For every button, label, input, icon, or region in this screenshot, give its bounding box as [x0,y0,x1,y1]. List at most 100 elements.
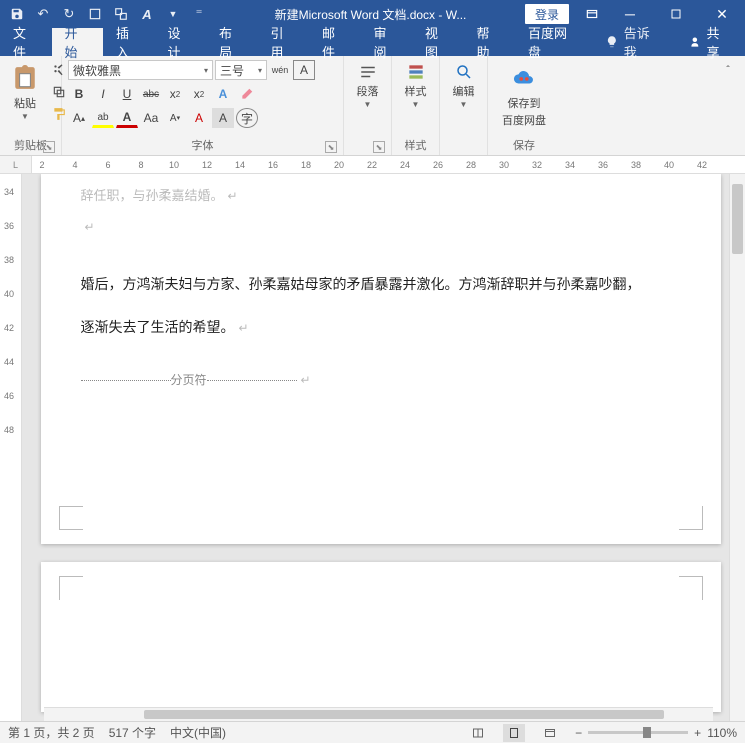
window-title: 新建Microsoft Word 文档.docx - W... [216,6,525,23]
tab-help[interactable]: 帮助 [464,28,516,56]
web-layout-icon[interactable] [539,724,561,742]
page-1[interactable]: 辞任职，与孙柔嘉结婚。↵ ↵ 婚后，方鸿渐夫妇与方家、孙柔嘉姑母家的矛盾暴露并激… [41,174,721,544]
editing-button[interactable]: 编辑 ▼ [450,60,478,111]
zoom-slider[interactable] [588,731,688,734]
scrollbar-thumb[interactable] [732,184,743,254]
char-shading-icon[interactable]: A [212,108,234,128]
margin-mark [679,576,703,600]
zoom-level[interactable]: 110% [707,726,737,740]
change-case-icon[interactable]: Aa [140,108,162,128]
underline-button[interactable]: U [116,84,138,104]
shrink-font-icon[interactable]: A▾ [164,108,186,128]
share-button[interactable]: 共享 [675,28,745,56]
redo-icon[interactable]: ↻ [58,3,80,25]
font-color-icon[interactable]: A [116,108,138,128]
tab-references[interactable]: 引用 [258,28,310,56]
text-effects-icon[interactable]: A [212,84,234,104]
tab-view[interactable]: 视图 [412,28,464,56]
bold-button[interactable]: B [68,84,90,104]
char-border-icon[interactable]: A [293,60,315,80]
ruler-corner[interactable]: L [0,156,32,173]
tab-home[interactable]: 开始 [52,28,104,56]
collapse-ribbon-icon[interactable]: ˆ [717,60,739,80]
dialog-launcher-icon[interactable]: ⬊ [373,141,385,153]
horizontal-ruler[interactable]: L 24681012141618202224262830323436384042 [0,156,745,174]
qat-extra-2-icon[interactable] [110,3,132,25]
font-group-label: 字体⬊ [68,137,337,153]
highlight-icon[interactable]: ab [92,108,114,128]
qat-extra-3-icon[interactable]: A [136,3,158,25]
italic-button[interactable]: I [92,84,114,104]
read-mode-icon[interactable] [467,724,489,742]
tab-insert[interactable]: 插入 [103,28,155,56]
chevron-down-icon: ▼ [460,100,468,109]
tab-mail[interactable]: 邮件 [309,28,361,56]
ribbon-display-icon[interactable] [577,0,607,28]
save-to-baidu-button[interactable]: 保存到 百度网盘 [499,60,549,130]
strike-button[interactable]: abc [140,84,162,104]
tab-baidu[interactable]: 百度网盘 [515,28,592,56]
editing-label: 编辑 [453,83,475,99]
login-button[interactable]: 登录 [525,4,569,24]
editing-group-label [446,137,481,153]
chevron-down-icon: ▼ [412,100,420,109]
status-bar: 第 1 页，共 2 页 517 个字 中文(中国) − + 110% [0,721,745,743]
page-2[interactable] [41,562,721,712]
qat-more-icon[interactable]: ⁼ [188,3,210,25]
paragraph-mark-icon: ↵ [297,367,311,393]
chevron-down-icon: ▼ [364,100,372,109]
document-scroll[interactable]: 辞任职，与孙柔嘉结婚。↵ ↵ 婚后，方鸿渐夫妇与方家、孙柔嘉姑母家的矛盾暴露并激… [22,174,729,721]
print-layout-icon[interactable] [503,724,525,742]
qat-dropdown-icon[interactable]: ▼ [162,3,184,25]
scrollbar-thumb[interactable] [144,710,664,719]
paste-label: 粘贴 [14,95,36,111]
dialog-launcher-icon[interactable]: ⬊ [325,141,337,153]
page-indicator[interactable]: 第 1 页，共 2 页 [8,724,95,741]
paste-button[interactable]: 粘贴 ▼ [6,60,44,123]
zoom-knob[interactable] [643,727,651,738]
tab-review[interactable]: 审阅 [361,28,413,56]
document-area: 3436384042444648 辞任职，与孙柔嘉结婚。↵ ↵ 婚后，方鸿渐夫妇… [0,174,745,721]
paragraph-mark-icon: ↵ [224,189,238,203]
tab-design[interactable]: 设计 [155,28,207,56]
save-group-label: 保存 [494,137,554,153]
word-count[interactable]: 517 个字 [109,724,156,741]
vertical-scrollbar[interactable] [729,174,745,721]
paste-icon [9,62,41,94]
font-name-combo[interactable]: 微软雅黑▾ [68,60,213,80]
group-styles: 样式 ▼ 样式 [392,56,440,155]
styles-label: 样式 [405,83,427,99]
tab-layout[interactable]: 布局 [206,28,258,56]
zoom-out-button[interactable]: − [575,726,582,740]
paragraph-mark-icon: ↵ [235,321,249,335]
tell-me-label: 告诉我 [624,23,662,61]
language-indicator[interactable]: 中文(中国) [170,724,226,741]
grow-font-icon[interactable]: A▴ [68,108,90,128]
tell-me[interactable]: 告诉我 [592,28,675,56]
group-paragraph: 段落 ▼ ⬊ [344,56,392,155]
phonetic-guide-icon[interactable]: wén [269,60,291,80]
margin-mark [59,506,83,530]
styles-button[interactable]: 样式 ▼ [402,60,430,111]
subscript-button[interactable]: x2 [164,84,186,104]
horizontal-scrollbar[interactable] [44,707,713,721]
body-line-1: 婚后，方鸿渐夫妇与方家、孙柔嘉姑母家的矛盾暴露并激化。方鸿渐辞职并与孙柔嘉吵翻， [81,276,641,292]
vertical-ruler[interactable]: 3436384042444648 [0,174,22,721]
qat-extra-1-icon[interactable] [84,3,106,25]
clear-format-icon[interactable]: A [188,108,210,128]
enclose-char-icon[interactable]: 字 [236,108,258,128]
zoom-in-button[interactable]: + [694,726,701,740]
paragraph-label: 段落 [357,83,379,99]
dialog-launcher-icon[interactable]: ⬊ [43,141,55,153]
undo-icon[interactable]: ↶ [32,3,54,25]
font-size-combo[interactable]: 三号▾ [215,60,267,80]
body-line-2: 逐渐失去了生活的希望。 [81,319,235,335]
margin-mark [679,506,703,530]
eraser-icon[interactable] [236,84,258,104]
save-icon[interactable] [6,3,28,25]
paragraph-button[interactable]: 段落 ▼ [354,60,382,111]
ribbon-tabs: 文件 开始 插入 设计 布局 引用 邮件 审阅 视图 帮助 百度网盘 告诉我 共… [0,28,745,56]
superscript-button[interactable]: x2 [188,84,210,104]
tab-file[interactable]: 文件 [0,28,52,56]
save-baidu-label1: 保存到 [508,95,541,111]
